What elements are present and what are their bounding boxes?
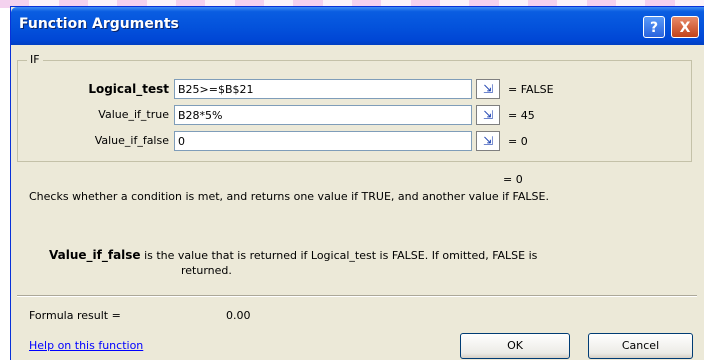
dialog-title: Function Arguments: [19, 16, 179, 32]
overall-result: = 0: [503, 173, 523, 186]
value-if-false-input[interactable]: [174, 131, 472, 151]
formula-result-value: 0.00: [226, 309, 251, 322]
argument-help-text: is the value that is returned if Logical…: [144, 249, 538, 262]
logical-test-input[interactable]: [174, 79, 472, 99]
value-if-false-label: Value_if_false: [94, 134, 169, 147]
function-arguments-dialog: Function Arguments ? X IF Logical_test ⇲…: [10, 6, 704, 360]
argument-help-text-continued: returned.: [181, 264, 232, 277]
logical-test-result: = FALSE: [508, 83, 554, 96]
collapse-dialog-icon[interactable]: ⇲: [476, 79, 500, 99]
function-name-label: IF: [27, 53, 43, 66]
value-if-false-result: = 0: [508, 135, 528, 148]
value-if-true-label: Value_if_true: [98, 108, 169, 121]
question-mark-icon[interactable]: ?: [643, 16, 665, 38]
logical-test-label: Logical_test: [88, 82, 169, 96]
collapse-dialog-icon[interactable]: ⇲: [476, 105, 500, 125]
value-if-true-input[interactable]: [174, 105, 472, 125]
formula-result-label: Formula result =: [29, 309, 121, 322]
divider: [17, 295, 697, 297]
cancel-button[interactable]: Cancel: [588, 333, 693, 359]
close-icon[interactable]: X: [671, 16, 699, 38]
help-on-function-link[interactable]: Help on this function: [29, 339, 143, 352]
ok-button[interactable]: OK: [460, 333, 570, 359]
title-bar[interactable]: Function Arguments ? X: [11, 7, 704, 45]
argument-help: Value_if_false is the value that is retu…: [49, 248, 689, 278]
argument-help-name: Value_if_false: [49, 248, 141, 262]
collapse-dialog-icon[interactable]: ⇲: [476, 131, 500, 151]
function-description: Checks whether a condition is met, and r…: [29, 190, 549, 203]
value-if-true-result: = 45: [508, 109, 535, 122]
